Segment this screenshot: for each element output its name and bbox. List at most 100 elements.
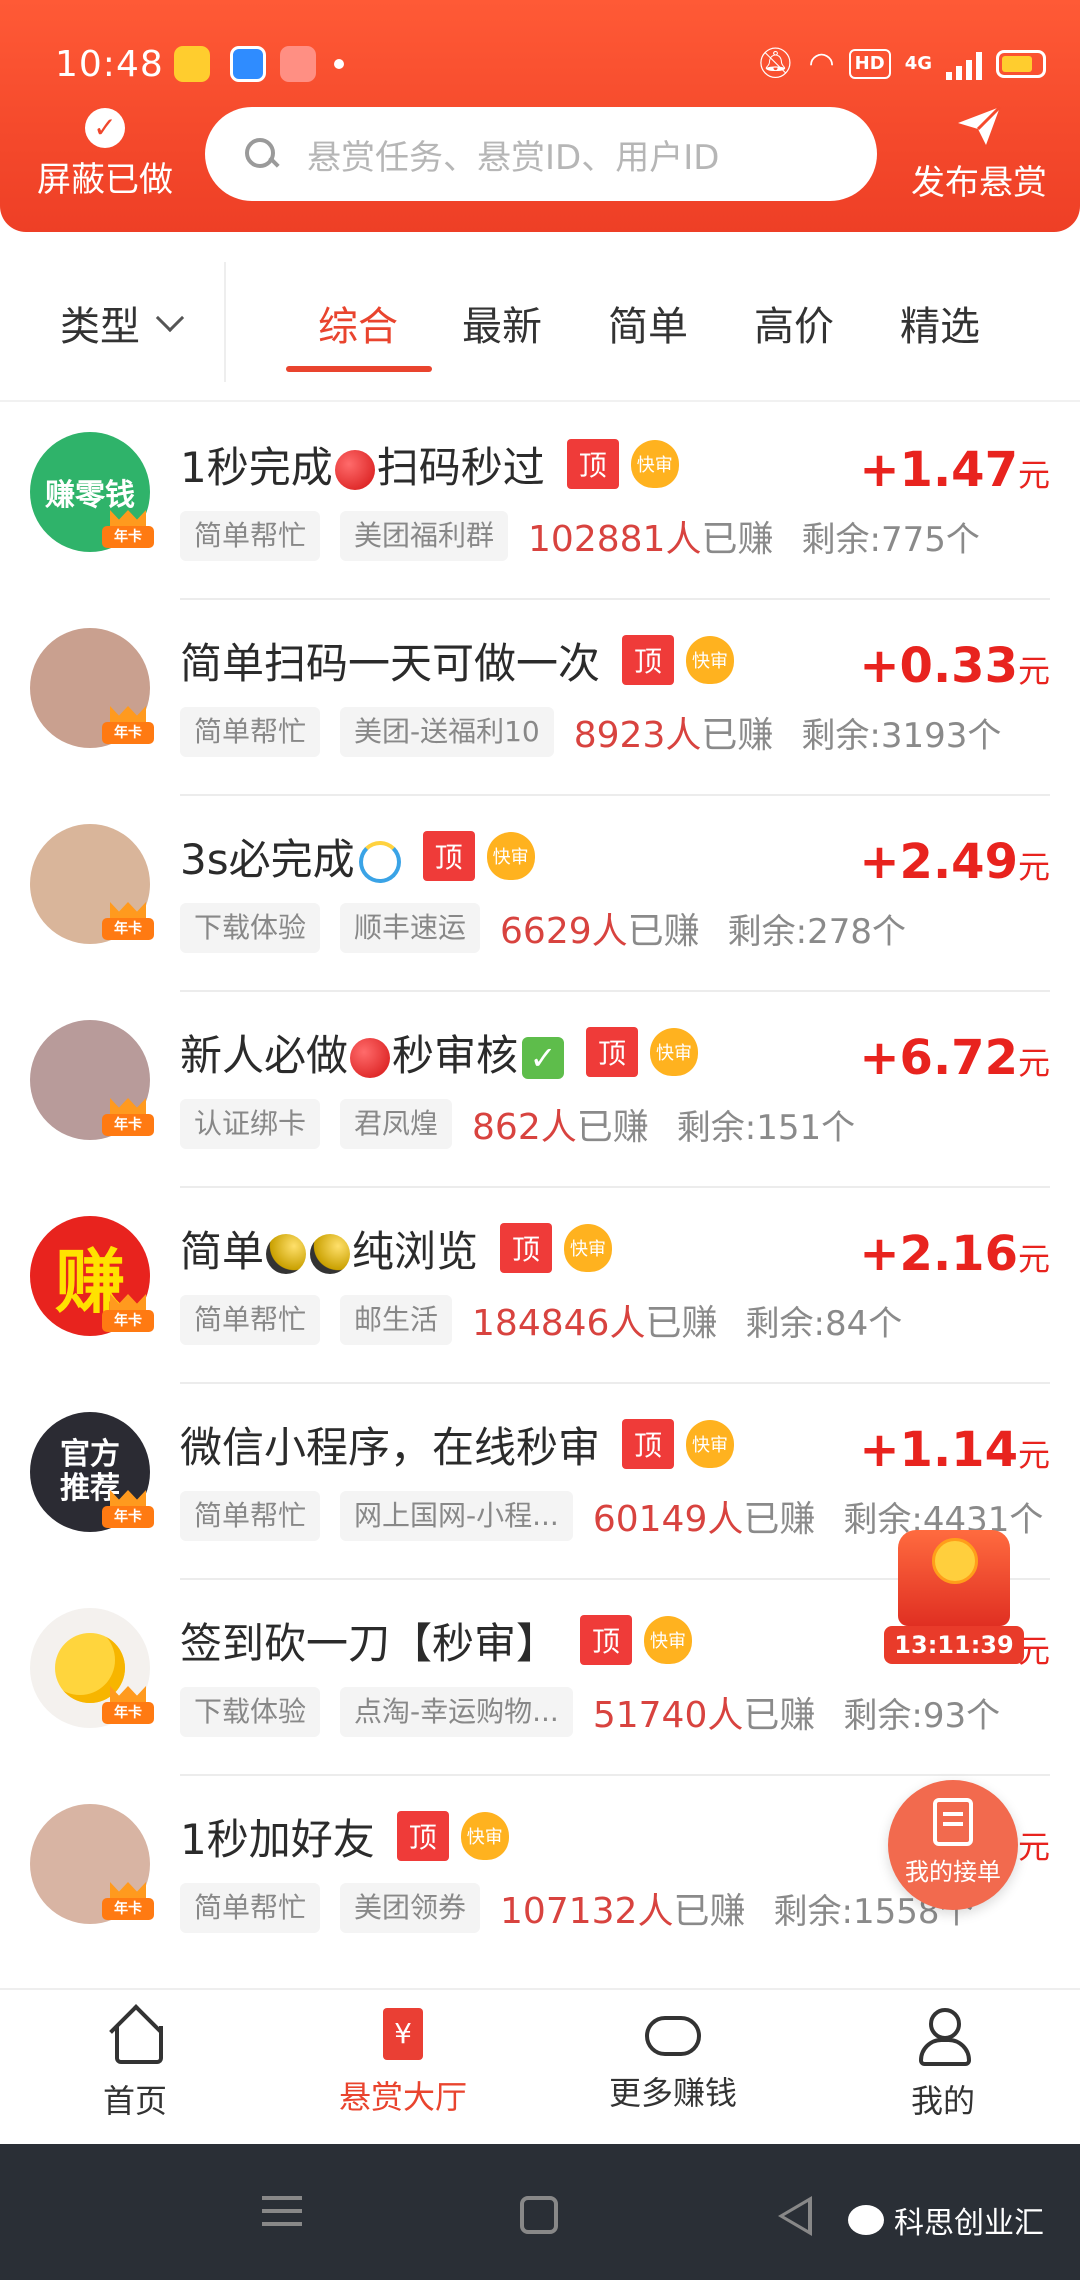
remaining-count: 剩余:93个 bbox=[843, 1695, 1001, 1736]
watermark-text: 科思创业汇 bbox=[894, 2206, 1044, 2241]
task-title-line: 3s必完成 顶 快审 bbox=[180, 826, 535, 886]
battery-icon bbox=[996, 50, 1046, 78]
status-icons: 🔕︎ ◠ HD 4G bbox=[756, 46, 1046, 82]
top-header: 10:48 🔕︎ ◠ HD 4G ✓ 屏蔽已做 悬赏任务、悬赏ID、用户ID 发… bbox=[0, 0, 1080, 232]
nav-mine[interactable]: 我的 bbox=[843, 2008, 1043, 2122]
nav-more-earn[interactable]: 更多赚钱 bbox=[573, 2008, 773, 2114]
my-orders-label: 我的接单 bbox=[905, 1858, 1001, 1886]
task-title-line: 1秒完成 扫码秒过 顶 快审 bbox=[180, 434, 679, 494]
tab-featured[interactable]: 精选 bbox=[900, 294, 980, 352]
red-packet-widget[interactable]: 13:11:39 bbox=[884, 1530, 1024, 1664]
annual-card-crown-icon: 年卡 bbox=[102, 1882, 154, 1922]
fast-review-badge: 快审 bbox=[686, 1420, 735, 1468]
category-tag: 简单帮忙 bbox=[180, 1883, 321, 1933]
task-title: 1秒完成 扫码秒过 bbox=[180, 442, 545, 492]
send-icon bbox=[958, 105, 1002, 145]
task-row[interactable]: 赚零钱 年卡 1秒完成 扫码秒过 顶 快审 +1.47元 简单帮忙 美团福利群 1… bbox=[0, 404, 1080, 600]
earned-count: 6629人已赚 bbox=[500, 911, 700, 952]
tab-newest[interactable]: 最新 bbox=[462, 294, 542, 352]
earned-count: 60149人已赚 bbox=[592, 1499, 816, 1540]
search-icon bbox=[243, 136, 279, 172]
cyclone-icon bbox=[358, 841, 401, 883]
moon-icon bbox=[310, 1234, 351, 1274]
annual-card-crown-icon: 年卡 bbox=[102, 1098, 154, 1138]
task-row[interactable]: 赚 年卡 简单 纯浏览 顶 快审 +2.16元 简单帮忙 邮生活 184846人已… bbox=[0, 1188, 1080, 1384]
search-input[interactable]: 悬赏任务、悬赏ID、用户ID bbox=[205, 107, 877, 201]
task-title: 新人必做 秒审核 ✓ bbox=[180, 1022, 565, 1083]
category-tag: 认证绑卡 bbox=[180, 1099, 321, 1149]
tab-high-price[interactable]: 高价 bbox=[754, 294, 834, 352]
annual-card-crown-icon: 年卡 bbox=[102, 706, 154, 746]
pinned-badge: 顶 bbox=[622, 1419, 675, 1469]
fast-review-badge: 快审 bbox=[460, 1812, 509, 1860]
signal-icon bbox=[946, 48, 982, 80]
remaining-count: 剩余:151个 bbox=[676, 1107, 856, 1148]
merchant-tag: 美团福利群 bbox=[340, 511, 509, 561]
merchant-tag: 美团领券 bbox=[340, 1883, 481, 1933]
task-price: +1.14元 bbox=[859, 1422, 1050, 1478]
system-nav-bar: 科思创业汇 bbox=[0, 2144, 1080, 2280]
tab-comprehensive[interactable]: 综合 bbox=[318, 294, 398, 352]
task-title: 微信小程序，在线秒审 bbox=[180, 1422, 601, 1472]
earned-count: 8923人已赚 bbox=[573, 715, 774, 756]
avatar: 官方推荐 年卡 bbox=[30, 1412, 154, 1532]
pinned-badge: 顶 bbox=[586, 1027, 639, 1077]
category-tag: 简单帮忙 bbox=[180, 511, 321, 561]
hide-done-label: 屏蔽已做 bbox=[37, 160, 173, 200]
task-price: +2.16元 bbox=[859, 1226, 1050, 1282]
nav-mine-label: 我的 bbox=[910, 2082, 975, 2120]
red-circle-icon bbox=[350, 1038, 391, 1078]
task-row[interactable]: 年卡 新人必做 秒审核 ✓ 顶 快审 +6.72元 认证绑卡 君凤煌 862人已赚 … bbox=[0, 992, 1080, 1188]
task-meta: 简单帮忙 美团福利群 102881人已赚 剩余:775个 bbox=[180, 508, 980, 564]
remaining-count: 剩余:84个 bbox=[745, 1303, 903, 1344]
gamepad-icon bbox=[645, 2016, 701, 2056]
hd-badge: HD bbox=[848, 49, 891, 79]
task-row[interactable]: 年卡 简单扫码一天可做一次 顶 快审 +0.33元 简单帮忙 美团-送福利10 … bbox=[0, 600, 1080, 796]
task-price: +1.47元 bbox=[859, 442, 1050, 498]
fast-review-badge: 快审 bbox=[564, 1224, 613, 1272]
bottom-nav: 首页 ¥ 悬赏大厅 更多赚钱 我的 bbox=[0, 1988, 1080, 2144]
music-app-icon bbox=[280, 46, 316, 82]
user-icon bbox=[915, 2008, 971, 2066]
nav-reward-hall[interactable]: ¥ 悬赏大厅 bbox=[303, 2008, 503, 2118]
back-button[interactable] bbox=[778, 2196, 812, 2236]
category-tag: 简单帮忙 bbox=[180, 707, 321, 757]
check-mark-icon: ✓ bbox=[522, 1037, 565, 1079]
pinned-badge: 顶 bbox=[422, 831, 475, 881]
task-row[interactable]: 年卡 3s必完成 顶 快审 +2.49元 下载体验 顺丰速运 6629人已赚 剩… bbox=[0, 796, 1080, 992]
hide-done-button[interactable]: ✓ 屏蔽已做 bbox=[30, 108, 180, 201]
network-type: 4G bbox=[904, 53, 932, 74]
type-filter-dropdown[interactable]: 类型 bbox=[60, 294, 185, 352]
my-orders-button[interactable]: 我的接单 bbox=[888, 1780, 1018, 1910]
chevron-down-icon bbox=[155, 303, 185, 333]
app-notification-icon bbox=[174, 46, 210, 82]
more-notifications-dot bbox=[334, 59, 344, 69]
home-button[interactable] bbox=[520, 2196, 558, 2234]
recent-apps-button[interactable] bbox=[262, 2196, 302, 2226]
publish-reward-button[interactable]: 发布悬赏 bbox=[904, 105, 1054, 204]
avatar: 年卡 bbox=[30, 824, 154, 944]
annual-card-crown-icon: 年卡 bbox=[102, 510, 154, 550]
task-price: +6.72元 bbox=[859, 1030, 1050, 1086]
task-title-line: 简单 纯浏览 顶 快审 bbox=[180, 1218, 613, 1278]
avatar: 年卡 bbox=[30, 1608, 154, 1728]
clipboard-icon bbox=[933, 1798, 973, 1846]
home-icon bbox=[107, 2008, 163, 2064]
avatar: 年卡 bbox=[30, 1804, 154, 1924]
category-tag: 简单帮忙 bbox=[180, 1295, 321, 1345]
moon-icon bbox=[266, 1234, 307, 1274]
task-price: +0.33元 bbox=[859, 638, 1050, 694]
task-meta: 下载体验 点淘-幸运购物... 51740人已赚 剩余:93个 bbox=[180, 1684, 1000, 1740]
annual-card-crown-icon: 年卡 bbox=[102, 1686, 154, 1726]
task-meta: 简单帮忙 美团-送福利10 8923人已赚 剩余:3193个 bbox=[180, 704, 1001, 760]
task-title: 简单 纯浏览 bbox=[180, 1226, 479, 1276]
annual-card-crown-icon: 年卡 bbox=[102, 1294, 154, 1334]
tab-simple[interactable]: 简单 bbox=[608, 294, 688, 352]
earned-count: 107132人已赚 bbox=[500, 1891, 746, 1932]
category-tag: 下载体验 bbox=[180, 1687, 321, 1737]
nav-home[interactable]: 首页 bbox=[35, 2008, 235, 2122]
task-meta: 下载体验 顺丰速运 6629人已赚 剩余:278个 bbox=[180, 900, 906, 956]
pinned-badge: 顶 bbox=[622, 635, 675, 685]
avatar: 年卡 bbox=[30, 1020, 154, 1140]
watermark: 科思创业汇 bbox=[848, 2198, 1044, 2242]
